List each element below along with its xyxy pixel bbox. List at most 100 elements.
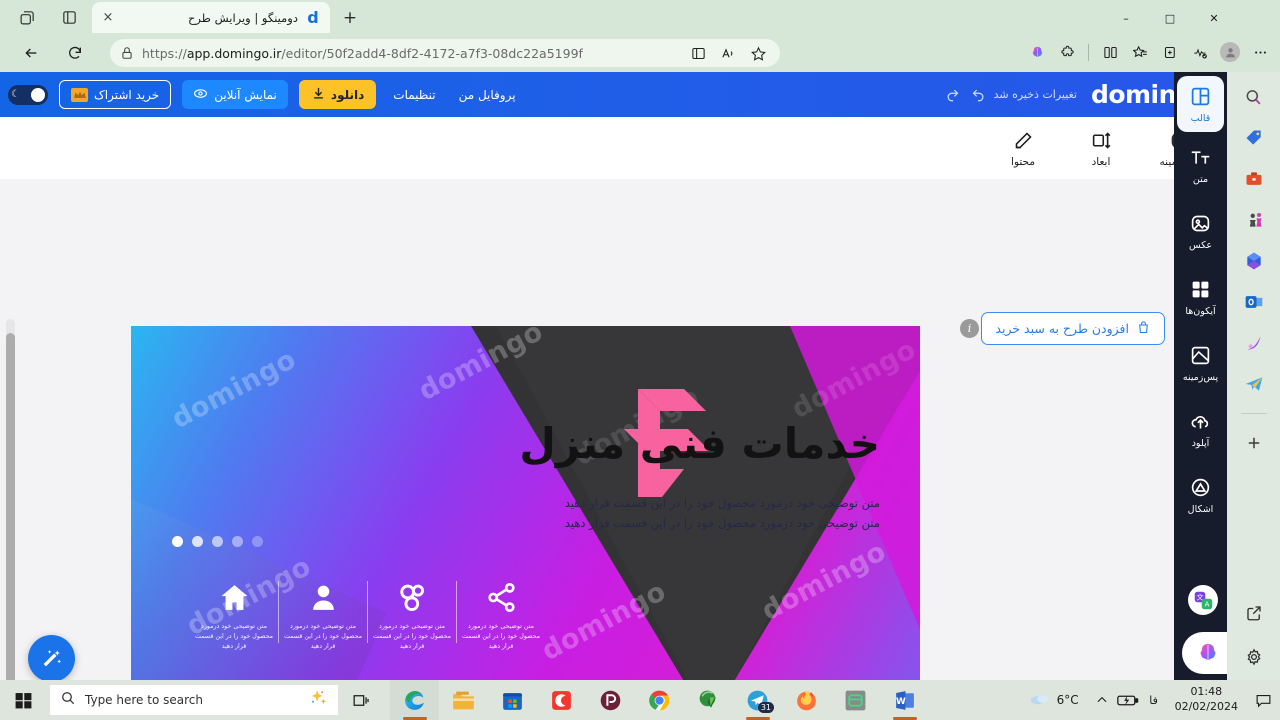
weather-widget[interactable]: 6°C [1019, 690, 1089, 710]
language-indicator[interactable]: فا [1141, 680, 1167, 720]
taskbar-app-notes-app[interactable] [831, 680, 880, 720]
sidebar-item-upload-label: آپلود [1191, 437, 1210, 449]
browser-tab[interactable]: × دومینگو | ویرایش طرح d [92, 2, 330, 33]
design-artboard[interactable]: domingo domingo domingo domingo domingo … [131, 326, 920, 680]
app-header: domingo تغییرات ذخیره شد پروفایل من تنظی… [0, 72, 1227, 117]
taskbar-app-microsoft-store[interactable] [488, 680, 537, 720]
taskbar-app-file-explorer[interactable] [439, 680, 488, 720]
clock-widget[interactable]: 01:48 02/02/2024 [1167, 685, 1246, 715]
reload-icon[interactable] [60, 38, 90, 68]
open-in-new-icon[interactable] [1239, 598, 1269, 628]
shopping-tag-icon[interactable] [1239, 123, 1269, 153]
sidebar-item-upload[interactable]: آپلود [1174, 396, 1227, 462]
online-preview-label: نمایش آنلاین [214, 87, 277, 102]
back-arrow-icon[interactable] [16, 38, 46, 68]
taskbar-app-microsoft-word[interactable]: W [880, 680, 929, 720]
battery-charging-icon[interactable] [1115, 680, 1141, 720]
avatar[interactable] [1216, 38, 1244, 66]
feature-item[interactable]: متن توضیحی خود درمورد محصول خود را در ای… [457, 579, 545, 680]
dark-mode-toggle[interactable]: ☾ [8, 84, 48, 105]
add-sidebar-app-button[interactable] [1239, 428, 1269, 458]
extensions-puzzle-icon[interactable] [1053, 38, 1081, 66]
outlook-icon[interactable] [1239, 287, 1269, 317]
translate-icon[interactable]: 文A [1188, 585, 1218, 615]
favorites-list-icon[interactable] [1126, 38, 1154, 66]
address-bar[interactable]: https://app.domingo.ir/editor/50f2add4-8… [110, 39, 780, 67]
sidebar-item-icons[interactable]: آیکون‌ها [1174, 264, 1227, 330]
design-description[interactable]: متن توضیحی خود درمورد محصول خود را در ای… [565, 494, 880, 533]
toggle-knob [31, 87, 45, 102]
taskbar-app-google-chrome[interactable] [635, 680, 684, 720]
task-view-button[interactable] [345, 688, 375, 712]
show-hidden-icons-chevron[interactable] [1089, 680, 1115, 720]
notification-center-icon[interactable] [1246, 680, 1280, 720]
window-minimize-button[interactable]: – [1104, 4, 1148, 32]
split-pane-icon[interactable] [1096, 38, 1124, 66]
start-button[interactable] [10, 688, 36, 712]
online-preview-button[interactable]: نمایش آنلاین [182, 80, 288, 109]
taskbar-app-firefox[interactable] [782, 680, 831, 720]
taskbar-app-proton-app[interactable] [586, 680, 635, 720]
gear-settings-icon[interactable] [1239, 642, 1269, 672]
redo-icon[interactable] [942, 84, 964, 106]
feature-item[interactable]: متن توضیحی خود درمورد محصول خود را در ای… [368, 579, 456, 680]
undo-icon[interactable] [968, 84, 990, 106]
tab-close-icon[interactable]: × [100, 10, 116, 26]
tab-groups-icon[interactable] [14, 5, 40, 29]
favorite-star-icon[interactable] [744, 39, 772, 67]
cart-bag-icon [1136, 320, 1151, 338]
more-options-icon[interactable] [1246, 38, 1274, 66]
copilot-brain-icon[interactable] [1023, 38, 1051, 66]
browser-essentials-icon[interactable] [1186, 38, 1214, 66]
settings-link[interactable]: تنظیمات [387, 84, 441, 106]
feature-item[interactable]: متن توضیحی خود درمورد محصول خود را در ای… [279, 579, 367, 680]
games-icon[interactable] [1239, 205, 1269, 235]
tool-dimensions[interactable]: ابعاد [1075, 128, 1127, 168]
tools-briefcase-icon[interactable] [1239, 164, 1269, 194]
download-label: دانلود [330, 87, 365, 102]
sidebar-item-image[interactable]: عکس [1174, 198, 1227, 264]
design-title[interactable]: خدمات فنی منزل [519, 419, 881, 468]
profile-link[interactable]: پروفایل من [453, 84, 522, 106]
window-close-button[interactable]: ✕ [1192, 4, 1236, 32]
canvas-vertical-scrollbar[interactable] [6, 319, 15, 680]
clock-time: 01:48 [1190, 685, 1223, 699]
buy-subscription-button[interactable]: خرید اشتراک [59, 80, 172, 109]
add-to-cart-label: افزودن طرح به سبد خرید [995, 321, 1129, 336]
microsoft-365-icon[interactable] [1239, 246, 1269, 276]
scrollbar-thumb[interactable] [6, 333, 15, 680]
taskbar-app-telegram[interactable]: 31 [733, 680, 782, 720]
sidebar-item-background[interactable]: پس‌زمینه [1174, 330, 1227, 396]
telegram-send-icon[interactable] [1239, 369, 1269, 399]
info-icon[interactable]: i [960, 319, 979, 338]
read-aloud-icon[interactable] [714, 39, 742, 67]
moon-icon: ☾ [11, 89, 20, 100]
windows-taskbar: Type here to search 31 W 6°C فا 01:48 02… [0, 680, 1280, 720]
feature-divider [456, 581, 457, 643]
design-dots-indicator [172, 536, 263, 547]
search-icon[interactable] [1239, 82, 1269, 112]
add-design-to-cart-button[interactable]: افزودن طرح به سبد خرید [981, 312, 1165, 345]
sidebar-item-text[interactable]: متن [1174, 132, 1227, 198]
download-button[interactable]: دانلود [298, 80, 377, 109]
taskbar-search-box[interactable]: Type here to search [50, 685, 338, 715]
sidebar-item-template[interactable]: قالب [1177, 76, 1224, 132]
taskbar-app-clipchamp-app[interactable] [537, 680, 586, 720]
group-icon [396, 579, 429, 615]
sidebar-item-shapes[interactable]: اشکال [1174, 462, 1227, 528]
tab-list-icon[interactable] [56, 5, 82, 29]
new-tab-button[interactable]: + [338, 6, 362, 30]
collections-add-icon[interactable] [1156, 38, 1184, 66]
designer-icon[interactable] [1239, 328, 1269, 358]
feature-item[interactable]: متن توضیحی خود درمورد محصول خود را در ای… [190, 579, 278, 680]
pencil-edit-icon [1013, 128, 1034, 152]
copilot-sparkle-icon[interactable] [308, 688, 328, 712]
window-maximize-button[interactable]: □ [1148, 4, 1192, 32]
taskbar-app-internet-download-manager[interactable] [684, 680, 733, 720]
magic-wand-button[interactable] [28, 635, 75, 680]
tool-content[interactable]: محتوا [997, 128, 1049, 168]
taskbar-app-edge-browser[interactable] [390, 680, 439, 720]
dot [212, 536, 223, 547]
split-screen-icon[interactable] [684, 39, 712, 67]
design-features-row: متن توضیحی خود درمورد محصول خود را در ای… [153, 579, 545, 680]
